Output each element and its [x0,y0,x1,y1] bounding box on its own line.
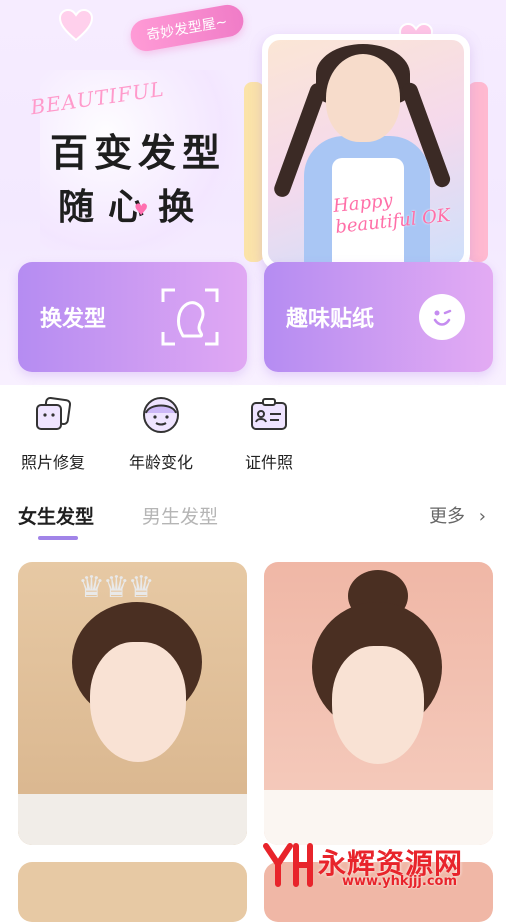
photo-face [326,54,400,142]
tool-label: 证件照 [244,453,293,472]
tool-row: 照片修复 年龄变化 证件照 [0,395,506,475]
fun-stickers-label: 趣味贴纸 [286,307,375,332]
tool-photo-repair[interactable]: 照片修复 [8,395,98,473]
hairstyle-card[interactable]: ♛♛♛ [18,562,247,845]
tool-label: 年龄变化 [128,453,193,472]
more-label: 更多 [429,506,466,527]
more-link[interactable]: 更多 › [429,502,486,528]
tool-age-change[interactable]: 年龄变化 [116,395,206,473]
chevron-right-icon: › [478,506,486,527]
change-hairstyle-label: 换发型 [40,307,107,332]
face-scan-icon [161,288,219,346]
portrait-dress [18,794,247,845]
tool-id-photo[interactable]: 证件照 [224,395,314,473]
side-card-left [244,82,264,262]
slogan-line-2: 随心换 [58,187,209,228]
side-card-right [468,82,488,262]
portrait-face [90,642,186,762]
hero-photo-frame: Happy beautiful OK [262,34,470,270]
watermark-logo [263,843,313,887]
hairstyle-card[interactable] [264,562,493,845]
watermark-url: www.yhkjjj.com [342,874,458,889]
tab-male-hairstyles[interactable]: 男生发型 [142,502,218,529]
slogan-line-1: 百变发型 [50,131,227,175]
watermark: 永辉资源网 www.yhkjjj.com [262,838,492,894]
heart-sticker-icon [58,8,94,42]
active-tab-indicator [38,536,78,540]
tool-label: 照片修复 [20,453,85,472]
brand-bubble: 奇妙发型屋~ [128,2,246,54]
wink-smiley-icon [419,294,465,340]
overlay-ok: OK [421,204,452,229]
portrait-dress [264,790,493,845]
id-card-icon [251,398,287,430]
wink-face-icon [433,309,452,326]
tab-female-hairstyles[interactable]: 女生发型 [18,502,94,529]
portrait-face [332,646,424,764]
category-tabs: 女生发型 男生发型 更多 › [0,500,506,544]
change-hairstyle-button[interactable]: 换发型 [18,262,247,372]
photo-stack-icon [36,396,72,430]
fun-stickers-button[interactable]: 趣味贴纸 [264,262,493,372]
tiara-icon: ♛♛♛ [78,570,155,605]
hero-photo: Happy beautiful OK [268,40,464,264]
small-heart-icon: ♥ [134,200,149,219]
face-age-icon [143,397,179,433]
hairstyle-card[interactable] [18,862,247,922]
